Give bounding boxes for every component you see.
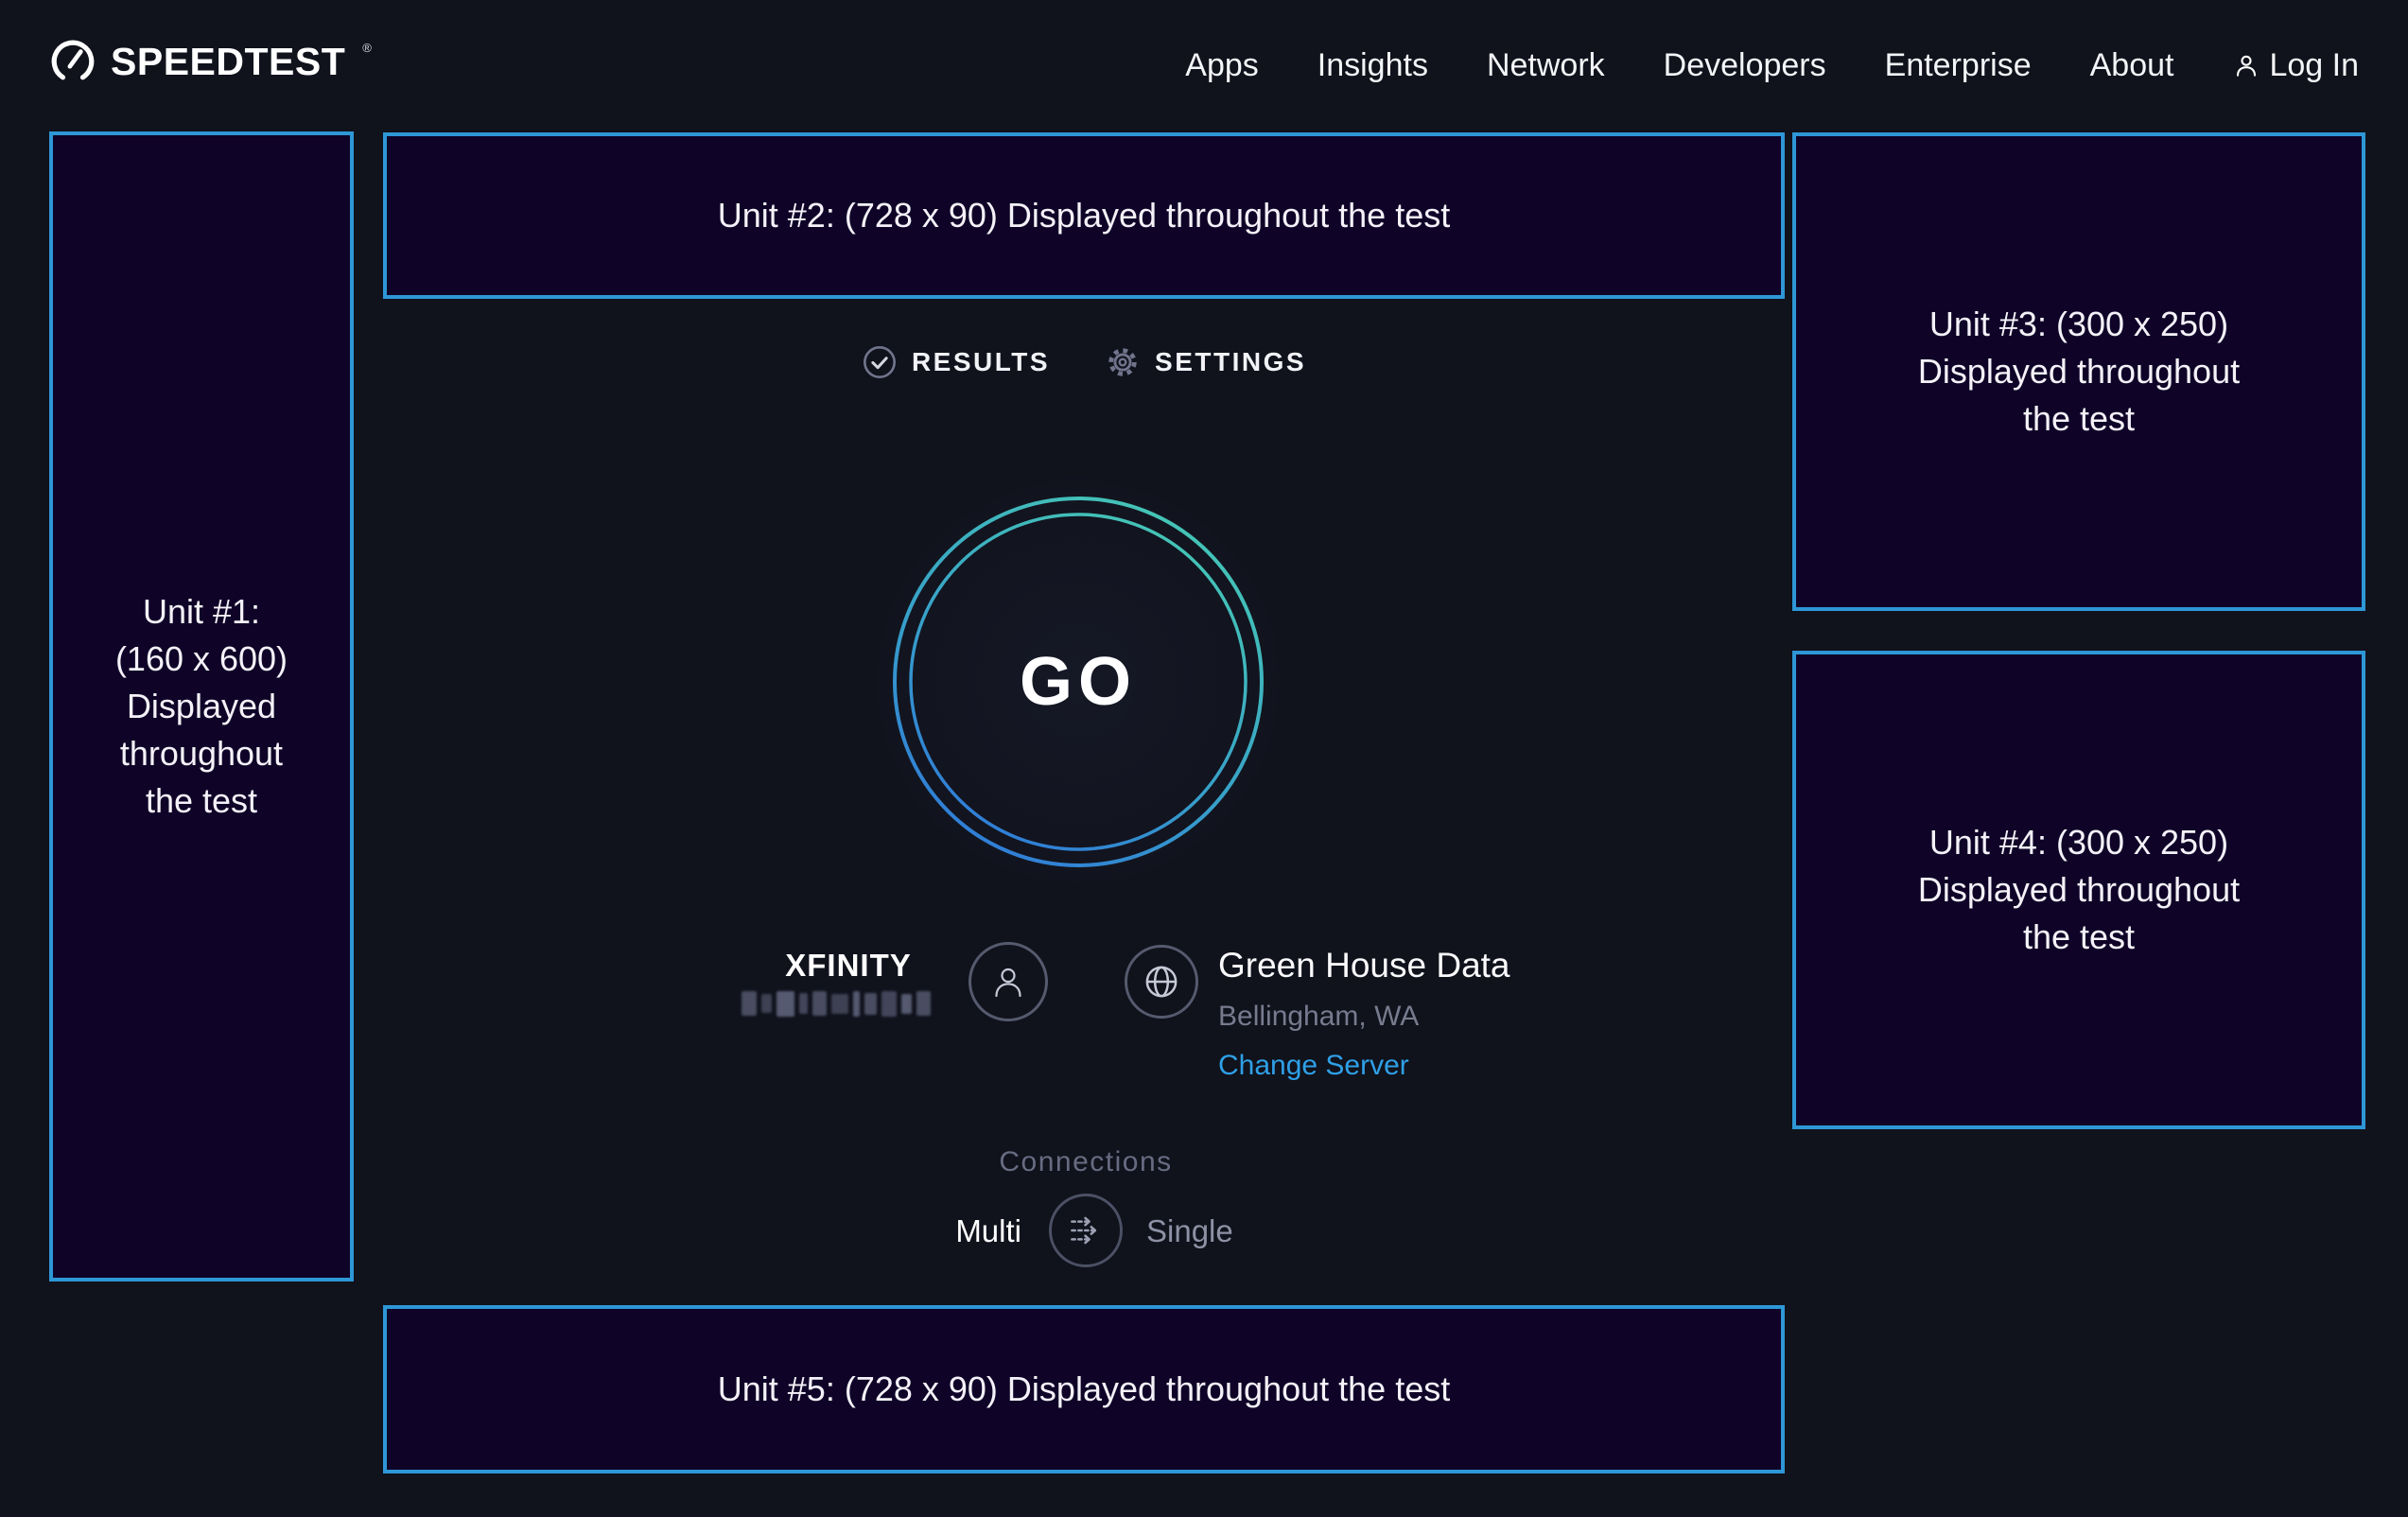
check-circle-icon <box>862 344 898 380</box>
globe-icon <box>1140 960 1183 1003</box>
isp-user-icon <box>968 942 1048 1021</box>
ad-unit-4-label: Unit #4: (300 x 250) Displayed throughou… <box>1918 819 2240 961</box>
isp-name: XFINITY <box>742 948 955 984</box>
tab-results-label: RESULTS <box>912 347 1050 377</box>
person-icon <box>986 960 1030 1003</box>
login-button[interactable]: Log In <box>2232 47 2359 84</box>
go-label: GO <box>1020 643 1137 721</box>
multi-connections-icon <box>1063 1208 1108 1253</box>
nav-item-insights[interactable]: Insights <box>1317 47 1428 84</box>
tabs-bar: RESULTS SETTINGS <box>383 344 1785 380</box>
tab-results[interactable]: RESULTS <box>862 344 1050 380</box>
nav-item-about[interactable]: About <box>2090 47 2174 84</box>
connections-option-multi[interactable]: Multi <box>880 1213 1021 1249</box>
nav-item-network[interactable]: Network <box>1487 47 1605 84</box>
trademark-mark: ® <box>362 41 372 55</box>
ad-unit-1[interactable]: Unit #1: (160 x 600) Displayed throughou… <box>49 131 354 1282</box>
nav-item-developers[interactable]: Developers <box>1664 47 1826 84</box>
nav-item-enterprise[interactable]: Enterprise <box>1885 47 2032 84</box>
server-location: Bellingham, WA <box>1218 1001 1419 1033</box>
ad-unit-5[interactable]: Unit #5: (728 x 90) Displayed throughout… <box>383 1305 1785 1473</box>
ad-unit-5-label: Unit #5: (728 x 90) Displayed throughout… <box>718 1366 1450 1413</box>
connections-option-single[interactable]: Single <box>1146 1213 1233 1249</box>
nav-item-apps[interactable]: Apps <box>1185 47 1259 84</box>
tab-settings-label: SETTINGS <box>1155 347 1306 377</box>
brand-name: SPEEDTEST <box>111 40 345 84</box>
ad-unit-3-label: Unit #3: (300 x 250) Displayed throughou… <box>1918 301 2240 443</box>
login-label: Log In <box>2269 47 2359 84</box>
connections-toggle[interactable] <box>1049 1194 1123 1267</box>
isp-ip-redacted <box>742 989 951 1018</box>
main-nav: Apps Insights Network Developers Enterpr… <box>1185 45 2359 85</box>
user-icon <box>2232 51 2260 79</box>
speedtest-logo[interactable]: SPEEDTEST ® <box>49 38 372 85</box>
change-server-link[interactable]: Change Server <box>1218 1050 1409 1082</box>
connections-label: Connections <box>968 1146 1204 1178</box>
server-name: Green House Data <box>1218 946 1510 985</box>
ad-unit-2[interactable]: Unit #2: (728 x 90) Displayed throughout… <box>383 132 1785 299</box>
ad-unit-4[interactable]: Unit #4: (300 x 250) Displayed throughou… <box>1792 651 2365 1129</box>
go-button[interactable]: GO <box>870 474 1286 890</box>
ad-unit-3[interactable]: Unit #3: (300 x 250) Displayed throughou… <box>1792 132 2365 611</box>
server-globe-icon <box>1125 945 1198 1019</box>
gauge-icon <box>49 38 96 85</box>
ad-unit-1-label: Unit #1: (160 x 600) Displayed throughou… <box>115 588 288 825</box>
tab-settings[interactable]: SETTINGS <box>1105 344 1306 380</box>
ad-unit-2-label: Unit #2: (728 x 90) Displayed throughout… <box>718 192 1450 239</box>
gear-icon <box>1105 344 1141 380</box>
